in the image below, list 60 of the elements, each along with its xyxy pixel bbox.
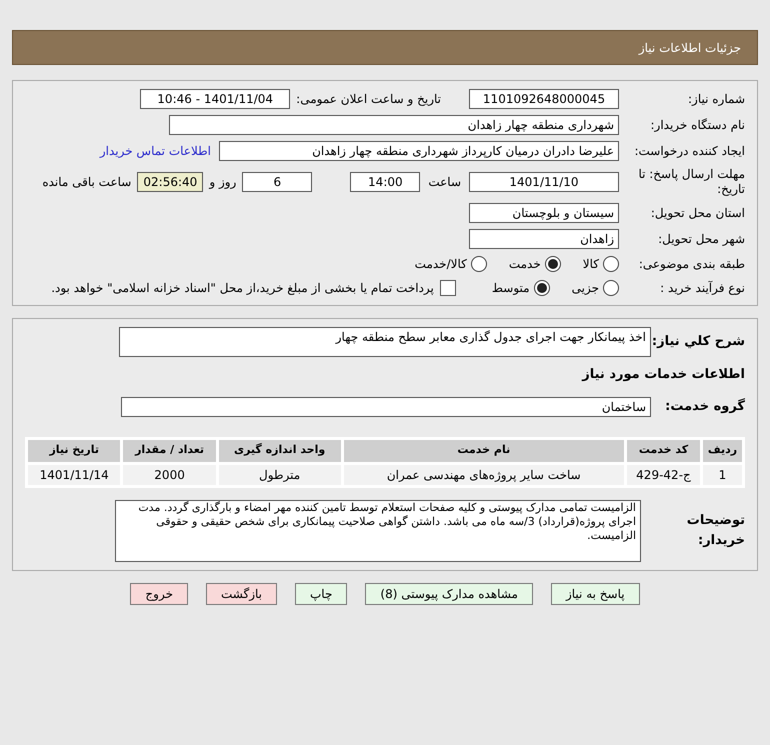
field-label: ساعت [428, 174, 461, 191]
contact-link[interactable]: اطلاعات تماس خریدار [100, 142, 211, 160]
field-label: ایجاد کننده درخواست: [633, 143, 745, 160]
table-cell: 2000 [123, 464, 216, 484]
column-header: نام خدمت [344, 440, 624, 462]
page-title: جزئیات اطلاعات نیاز [638, 40, 741, 56]
field-label: شرح کلي نیاز: [651, 333, 745, 352]
field-label: نام دستگاه خریدار: [650, 117, 745, 134]
field-label: مهلت ارسال پاسخ: تا تاریخ: [637, 167, 745, 197]
field-label: شهر محل تحویل: [657, 231, 745, 248]
action-button[interactable]: خروج [130, 582, 188, 604]
field-label: توضیحات خریدار: [686, 512, 745, 550]
field-value: شهرداری منطقه چهار زاهدان [169, 115, 619, 135]
field-label: طبقه بندی موضوعی: [638, 256, 745, 273]
field-value: علیرضا دادران درمیان کارپرداز شهرداری منطقه چهار زاهدان [219, 141, 619, 161]
table-cell: 1 [702, 464, 742, 484]
field-value: 1401/11/04 - 10:46 [140, 89, 290, 109]
radio-button[interactable] [544, 256, 561, 272]
radio-label: جزیی [572, 280, 599, 297]
table-cell: ج-42-429 [627, 464, 700, 484]
field-value: 6 [242, 172, 312, 192]
radio-button[interactable] [534, 280, 550, 296]
table-cell: مترطول [218, 464, 341, 484]
checkbox[interactable] [440, 280, 456, 296]
radio-button[interactable] [470, 256, 487, 272]
field-label: شماره نیاز: [687, 91, 745, 108]
field-label: نوع فرآیند خرید : [659, 280, 745, 297]
radio-label: خدمت [508, 256, 541, 273]
field-label: گروه خدمت: [664, 397, 745, 416]
radio-label: کالا [582, 256, 599, 273]
checkbox-label: پرداخت تمام یا بخشی از مبلغ خرید،از محل "اسناد خزانه اسلامی" خواهد بود. [51, 280, 434, 297]
table-cell: ساخت سایر پروژه‌های مهندسی عمران [344, 464, 624, 484]
field-value: 1101092648000045 [469, 89, 619, 109]
field-value: ساختمان [121, 396, 651, 416]
column-header: واحد اندازه گیری [218, 440, 341, 462]
radio-label: کالا/خدمت [414, 256, 467, 273]
column-header: ردیف [702, 440, 742, 462]
table-cell: 1401/11/14 [28, 464, 120, 484]
field-label: ساعت باقی مانده [42, 174, 132, 191]
field-value: 14:00 [350, 172, 420, 192]
action-button[interactable]: بازگشت [206, 582, 277, 604]
field-value: زاهدان [469, 229, 619, 249]
radio-label: متوسط [492, 280, 530, 297]
field-value: 1401/11/10 [469, 172, 619, 192]
field-label: روز و [209, 174, 236, 191]
field-value: سیستان و بلوچستان [469, 203, 619, 223]
column-header: کد خدمت [627, 440, 700, 462]
field-label: استان محل تحویل: [650, 205, 745, 222]
action-button[interactable]: مشاهده مدارک پیوستی (8) [365, 582, 533, 604]
column-header: تعداد / مقدار [123, 440, 216, 462]
section-heading: اطلاعات خدمات مورد نیاز [580, 366, 745, 384]
column-header: تاریخ نیاز [28, 440, 120, 462]
radio-button[interactable] [603, 280, 619, 296]
action-button[interactable]: چاپ [295, 582, 348, 604]
field-value: 02:56:40 [137, 172, 204, 192]
summary-value: اخذ پیمانکار جهت اجرای جدول گذاری معابر سطح منطقه چهار [119, 327, 651, 357]
notes-value: الزامیست تمامی مدارک پیوستی و کلیه صفحات استعلام توسط تامین کننده مهر امضاء و بارگذاری گردد. مدت اجرای پروژه(قرارداد) 3/سه ماه می باشد. داشتن گواهی صلاحیت پیمانکاری برای شخص حقیقی و حقوقی الزامیست. [115, 500, 641, 562]
action-button[interactable]: پاسخ به نیاز [550, 582, 640, 604]
radio-button[interactable] [603, 256, 619, 272]
field-label: تاریخ و ساعت اعلان عمومی: [296, 91, 441, 108]
